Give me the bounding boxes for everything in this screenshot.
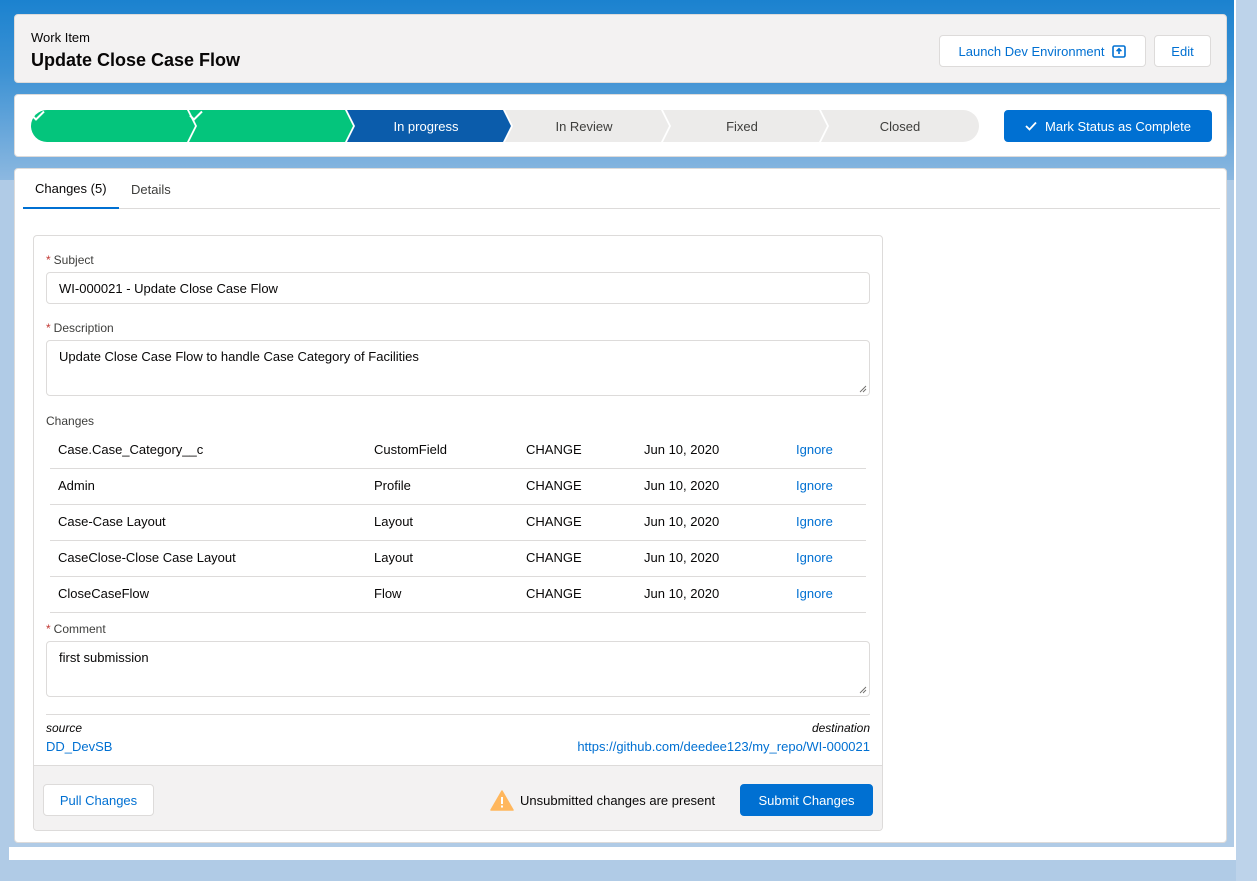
change-action: CHANGE: [526, 442, 582, 457]
change-name: Case-Case Layout: [58, 514, 166, 529]
change-action: CHANGE: [526, 514, 582, 529]
submit-changes-form: * Subject WI-000021 - Update Close Case F…: [33, 235, 883, 831]
table-row: CloseCaseFlow Flow CHANGE Jun 10, 2020 Ignor…: [50, 577, 866, 613]
changes-table: Case.Case_Category__c CustomField CHANGE Ju…: [50, 433, 866, 613]
ignore-link[interactable]: Ignore: [796, 541, 833, 577]
change-name: CaseClose-Close Case Layout: [58, 550, 236, 565]
tab-bar: Changes (5) Details: [23, 169, 1220, 209]
right-edge: [1236, 0, 1257, 881]
right-edge-line: [1234, 0, 1236, 860]
path-stage-6[interactable]: Closed: [821, 110, 979, 142]
table-row: CaseClose-Close Case Layout Layout CHANGE J…: [50, 541, 866, 577]
comment-value: first submission: [59, 650, 149, 665]
tab-changes[interactable]: Changes (5): [23, 169, 119, 209]
status-path-card: In progress In Review Fixed Closed Mark Sta…: [14, 94, 1227, 157]
external-window-icon: [1112, 44, 1127, 58]
check-icon: [189, 110, 347, 142]
description-textarea[interactable]: Update Close Case Flow to handle Case Ca…: [46, 340, 870, 396]
submit-changes-button[interactable]: Submit Changes: [740, 784, 873, 816]
change-name: Case.Case_Category__c: [58, 442, 204, 457]
resize-grip-icon[interactable]: [859, 385, 867, 393]
divider: [46, 714, 870, 715]
status-path: In progress In Review Fixed Closed: [31, 110, 979, 142]
change-action: CHANGE: [526, 586, 582, 601]
record-header: Work Item Update Close Case Flow Launch …: [14, 14, 1227, 83]
ignore-link[interactable]: Ignore: [796, 577, 833, 613]
main-card: Changes (5) Details * Subject WI-000021 -…: [14, 168, 1227, 843]
destination-link[interactable]: https://github.com/deedee123/my_repo/WI-…: [577, 739, 870, 754]
form-footer: Pull Changes Unsubmitted changes are pre…: [34, 765, 882, 830]
change-action: CHANGE: [526, 478, 582, 493]
path-stage-4[interactable]: In Review: [505, 110, 669, 142]
description-value: Update Close Case Flow to handle Case Ca…: [59, 349, 419, 364]
source-label: source: [46, 721, 83, 735]
change-date: Jun 10, 2020: [644, 514, 720, 529]
change-date: Jun 10, 2020: [644, 478, 720, 493]
path-stage-2[interactable]: [189, 110, 353, 142]
warning-icon: [490, 790, 514, 811]
description-label: * Description: [46, 321, 114, 335]
path-stage-3[interactable]: In progress: [347, 110, 511, 142]
change-type: CustomField: [374, 442, 447, 457]
launch-button-label: Launch Dev Environment: [958, 43, 1105, 59]
ignore-link[interactable]: Ignore: [796, 433, 833, 469]
pull-changes-button[interactable]: Pull Changes: [43, 784, 154, 816]
ignore-link[interactable]: Ignore: [796, 469, 833, 505]
table-row: Case-Case Layout Layout CHANGE Jun 10, 2020…: [50, 505, 866, 541]
changes-label: Changes: [46, 414, 95, 428]
change-type: Profile: [374, 478, 411, 493]
comment-textarea[interactable]: first submission: [46, 641, 870, 697]
check-icon: [31, 110, 189, 142]
edit-button[interactable]: Edit: [1154, 35, 1211, 67]
path-stage-label: Fixed: [726, 118, 758, 134]
change-action: CHANGE: [526, 550, 582, 565]
table-row: Admin Profile CHANGE Jun 10, 2020 Ignore: [50, 469, 866, 505]
change-date: Jun 10, 2020: [644, 586, 720, 601]
change-date: Jun 10, 2020: [644, 550, 720, 565]
launch-dev-environment-button[interactable]: Launch Dev Environment: [939, 35, 1146, 67]
subject-input[interactable]: WI-000021 - Update Close Case Flow: [46, 272, 870, 304]
change-name: CloseCaseFlow: [58, 586, 150, 601]
change-type: Flow: [374, 586, 402, 601]
resize-grip-icon[interactable]: [859, 686, 867, 694]
change-type: Layout: [374, 514, 414, 529]
path-stage-1[interactable]: [31, 110, 195, 142]
comment-label: * Comment: [46, 622, 106, 636]
record-type-label: Work Item: [31, 30, 90, 45]
change-date: Jun 10, 2020: [644, 442, 720, 457]
subject-label: * Subject: [46, 253, 94, 267]
path-stage-label: Closed: [879, 118, 921, 134]
warning-text: Unsubmitted changes are present: [520, 793, 716, 808]
path-stage-label: In progress: [393, 118, 459, 134]
check-icon: [1025, 121, 1037, 131]
path-stage-5[interactable]: Fixed: [663, 110, 827, 142]
table-row: Case.Case_Category__c CustomField CHANGE Ju…: [50, 433, 866, 469]
tab-details[interactable]: Details: [119, 169, 183, 209]
page-bottom-edge: [9, 847, 1234, 860]
change-type: Layout: [374, 550, 414, 565]
page-title: Update Close Case Flow: [31, 50, 241, 70]
mark-complete-label: Mark Status as Complete: [1045, 118, 1191, 134]
destination-label: destination: [811, 721, 870, 735]
ignore-link[interactable]: Ignore: [796, 505, 833, 541]
source-link[interactable]: DD_DevSB: [46, 739, 112, 754]
path-stage-label: In Review: [555, 118, 613, 134]
mark-status-complete-button[interactable]: Mark Status as Complete: [1004, 110, 1212, 142]
change-name: Admin: [58, 478, 95, 493]
unsubmitted-warning: Unsubmitted changes are present: [490, 790, 715, 811]
